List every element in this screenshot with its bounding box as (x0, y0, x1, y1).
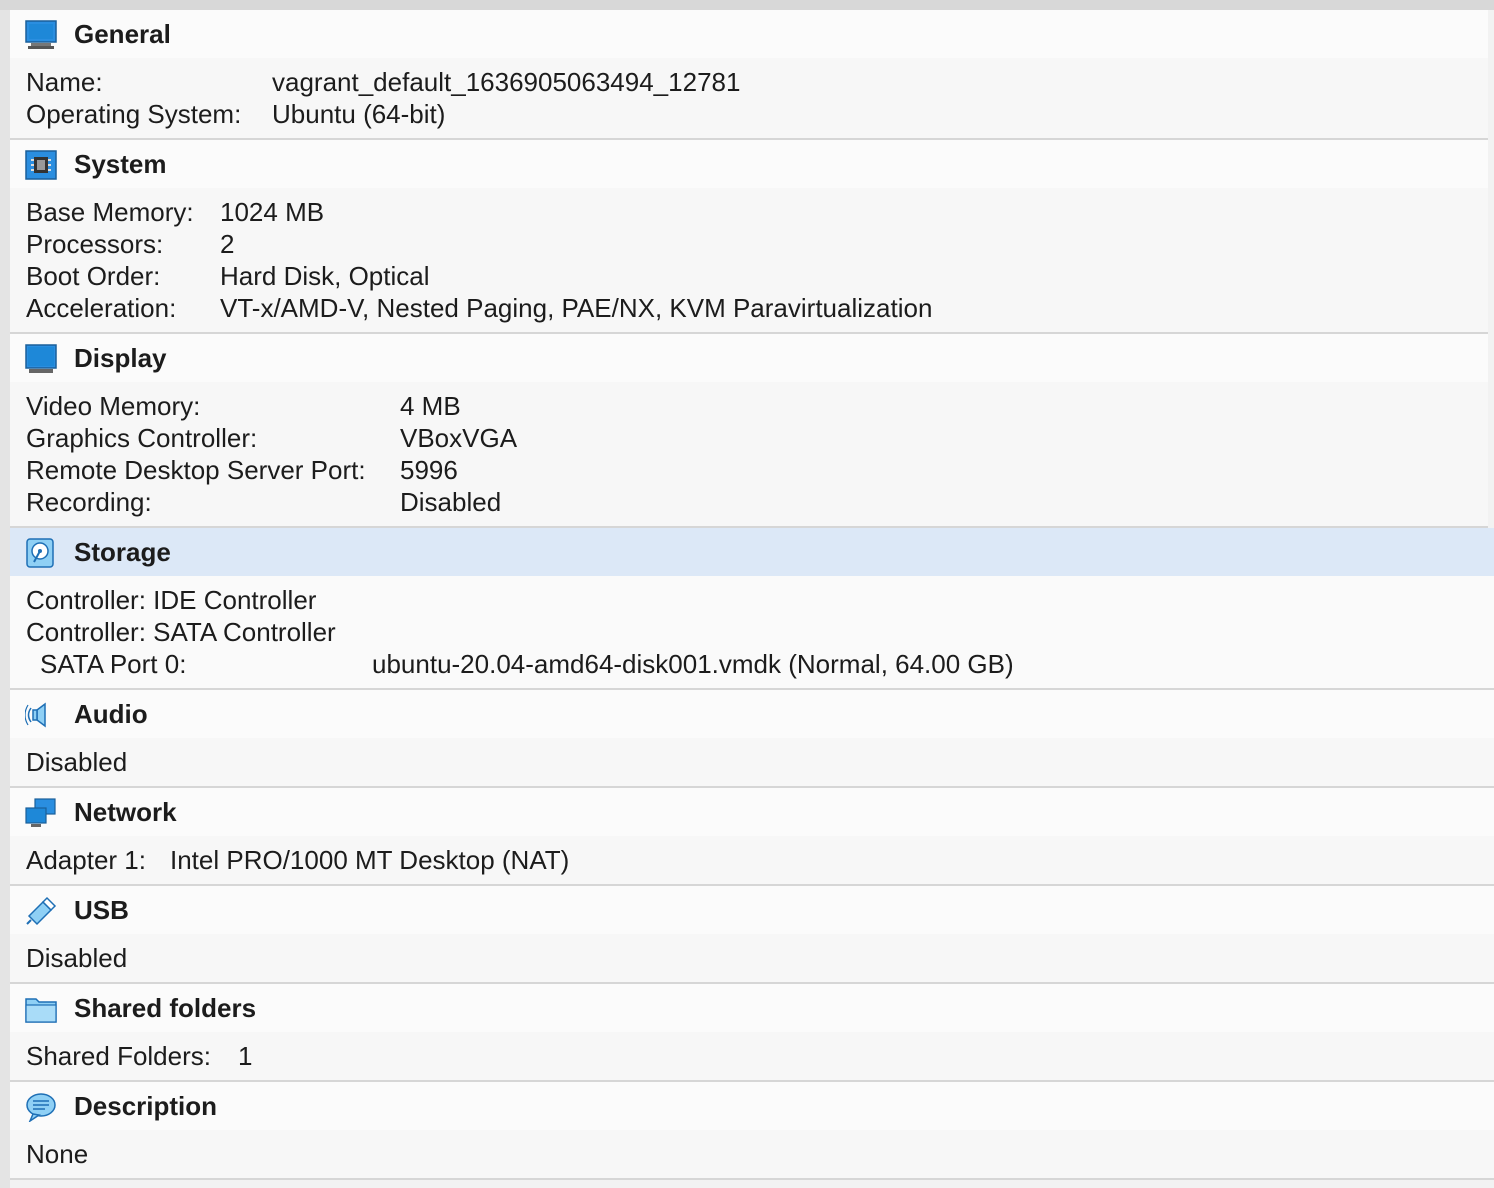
section-title: General (74, 19, 171, 49)
folder-icon (25, 998, 57, 1023)
section-system[interactable]: System Base Memory: 1024 MB Processors: … (10, 140, 1488, 334)
info-row: Recording: Disabled (10, 486, 1010, 518)
display-icon (25, 344, 57, 373)
section-network[interactable]: Network Adapter 1: Intel PRO/1000 MT Des… (10, 788, 1494, 886)
info-row: Boot Order: Hard Disk, Optical (10, 260, 1210, 292)
info-row: Acceleration: VT-x/AMD-V, Nested Paging,… (10, 292, 1210, 324)
row-key: Shared Folders: (26, 1041, 211, 1071)
section-title: USB (74, 895, 129, 925)
row-key: Base Memory: (26, 197, 194, 227)
controller-ide: Controller: IDE Controller (26, 585, 317, 615)
section-header[interactable] (10, 528, 1494, 576)
info-row: Controller: SATA Controller (10, 616, 1010, 648)
row-value: None (26, 1139, 89, 1169)
section-title: Storage (74, 537, 171, 567)
info-row: Remote Desktop Server Port: 5996 (10, 454, 1010, 486)
info-row: Disabled (10, 942, 610, 974)
info-row: Name: vagrant_default_1636905063494_1278… (10, 66, 1010, 98)
section-header[interactable] (10, 886, 1494, 934)
section-title: Network (74, 797, 177, 827)
row-key: Video Memory: (26, 391, 201, 421)
row-value: 2 (220, 229, 235, 259)
row-key: Boot Order: (26, 261, 161, 291)
row-key: Graphics Controller: (26, 423, 258, 453)
speaker-icon (25, 702, 46, 728)
section-storage[interactable]: Storage Controller: IDE Controller Contr… (10, 528, 1494, 690)
row-value: Disabled (26, 747, 128, 777)
info-row: Graphics Controller: VBoxVGA (10, 422, 1010, 454)
section-description[interactable]: Description None (10, 1082, 1494, 1180)
section-title: Shared folders (74, 993, 257, 1023)
section-header[interactable] (10, 10, 1488, 58)
row-key: SATA Port 0: (40, 649, 187, 679)
info-row: Base Memory: 1024 MB (10, 196, 1210, 228)
section-usb[interactable]: USB Disabled (10, 886, 1494, 984)
info-row: Adapter 1: Intel PRO/1000 MT Desktop (NA… (10, 844, 1010, 876)
row-key: Processors: (26, 229, 164, 259)
section-audio[interactable]: Audio Disabled (10, 690, 1494, 788)
row-key: Acceleration: (26, 293, 177, 323)
section-title: Display (74, 343, 167, 373)
section-header[interactable] (10, 690, 1494, 738)
info-row: Processors: 2 (10, 228, 1210, 260)
row-value: ubuntu-20.04-amd64-disk001.vmdk (Normal,… (372, 649, 1014, 679)
top-strip (0, 0, 1494, 10)
row-key: Recording: (26, 487, 152, 517)
section-shared-folders[interactable]: Shared folders Shared Folders: 1 (10, 984, 1494, 1082)
hard-disk-icon (26, 538, 54, 568)
row-value: Hard Disk, Optical (220, 261, 430, 291)
section-display[interactable]: Display Video Memory: 4 MB Graphics Cont… (10, 334, 1488, 528)
details-panel: General Name: vagrant_default_1636905063… (10, 10, 1494, 1188)
info-row: Shared Folders: 1 (10, 1040, 610, 1072)
row-key: Name: (26, 67, 103, 97)
info-row: SATA Port 0: ubuntu-20.04-amd64-disk001.… (10, 648, 1210, 680)
section-title: Description (74, 1091, 218, 1121)
row-value: 1 (238, 1041, 253, 1071)
info-row: Operating System: Ubuntu (64-bit) (10, 98, 1010, 130)
row-value: VBoxVGA (400, 423, 518, 453)
network-icon (25, 798, 56, 827)
section-header[interactable] (10, 788, 1494, 836)
chip-icon (25, 150, 57, 180)
controller-sata: Controller: SATA Controller (26, 617, 336, 647)
usb-icon (26, 896, 57, 926)
row-value: 5996 (400, 455, 458, 485)
section-header[interactable] (10, 1082, 1494, 1130)
row-key: Remote Desktop Server Port: (26, 455, 366, 485)
row-value: 4 MB (400, 391, 461, 421)
section-header[interactable] (10, 334, 1488, 382)
row-value: Disabled (400, 487, 502, 517)
row-value: 1024 MB (220, 197, 325, 227)
monitor-icon (25, 20, 57, 49)
section-title: System (74, 149, 167, 179)
info-row: Video Memory: 4 MB (10, 390, 1010, 422)
row-value: VT-x/AMD-V, Nested Paging, PAE/NX, KVM P… (220, 293, 933, 323)
left-strip (0, 10, 10, 1188)
section-general[interactable]: General Name: vagrant_default_1636905063… (10, 10, 1488, 140)
info-row: None (10, 1138, 610, 1170)
section-header[interactable] (10, 140, 1488, 188)
section-title: Audio (74, 699, 148, 729)
row-key: Adapter 1: (26, 845, 146, 875)
row-value: Ubuntu (64-bit) (272, 99, 446, 129)
row-value: Disabled (26, 943, 128, 973)
row-value: vagrant_default_1636905063494_12781 (272, 67, 741, 97)
row-key: Operating System: (26, 99, 242, 129)
speech-bubble-icon (26, 1093, 56, 1122)
info-row: Controller: IDE Controller (10, 584, 1010, 616)
info-row: Disabled (10, 746, 610, 778)
row-value: Intel PRO/1000 MT Desktop (NAT) (170, 845, 570, 875)
